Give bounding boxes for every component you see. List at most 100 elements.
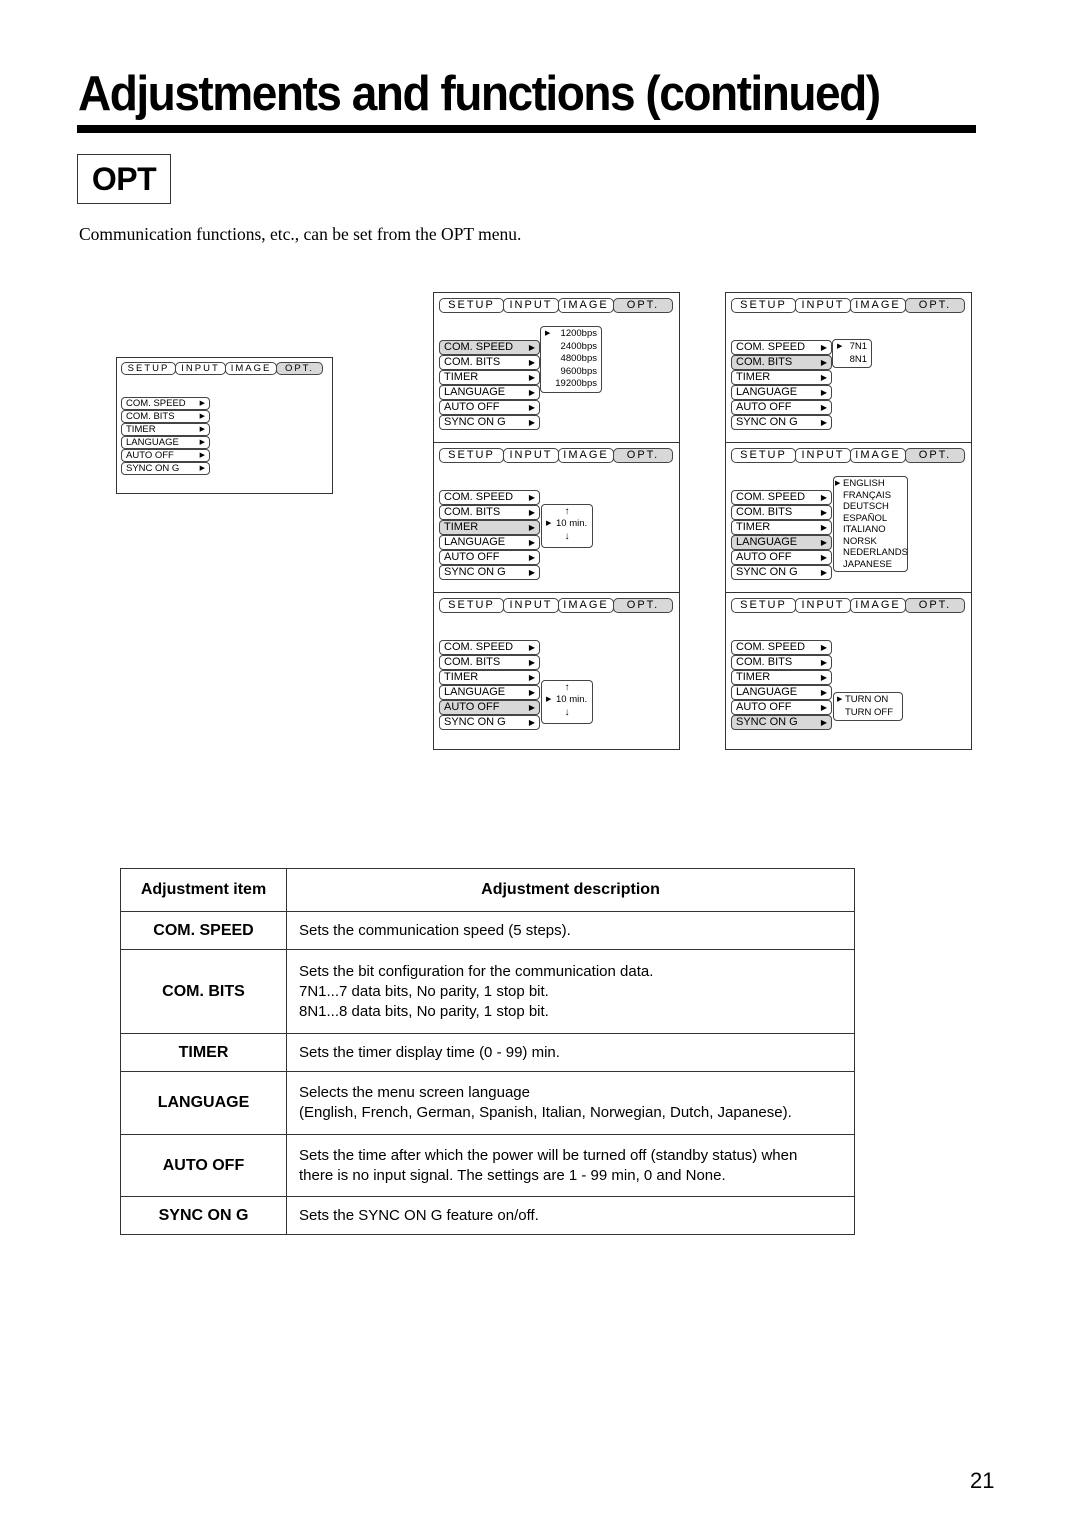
option-label: DEUTSCH (843, 501, 889, 512)
option-item[interactable]: ▶ TURN ON (837, 694, 898, 707)
up-arrow-icon[interactable]: ↑ (546, 682, 588, 694)
osd-item-label: TIMER (126, 424, 156, 435)
down-arrow-icon[interactable]: ↓ (546, 707, 588, 719)
osd-item-sync-on-g[interactable]: SYNC ON G ▶ (731, 415, 832, 430)
option-item[interactable]: ▶ 1200bps (545, 328, 597, 341)
osd-item-language[interactable]: LANGUAGE ▶ (439, 385, 540, 400)
option-item[interactable]: 8N1 (837, 354, 867, 367)
osd-tab-opt[interactable]: OPT. (613, 448, 673, 463)
option-item[interactable]: 19200bps (545, 378, 597, 391)
option-item[interactable]: JAPANESE (843, 559, 903, 571)
osd-tab-image[interactable]: IMAGE (558, 598, 614, 613)
osd-tab-setup[interactable]: SETUP (439, 448, 504, 463)
osd-tab-image[interactable]: IMAGE (850, 448, 906, 463)
osd-item-sync-on-g[interactable]: SYNC ON G ▶ (121, 462, 210, 475)
osd-tab-opt[interactable]: OPT. (613, 598, 673, 613)
osd-item-timer[interactable]: TIMER ▶ (731, 670, 832, 685)
osd-item-sync-on-g[interactable]: SYNC ON G ▶ (439, 715, 540, 730)
osd-item-timer[interactable]: TIMER ▶ (439, 370, 540, 385)
osd-item-com-speed[interactable]: COM. SPEED ▶ (439, 340, 540, 355)
osd-item-language[interactable]: LANGUAGE ▶ (439, 685, 540, 700)
osd-item-sync-on-g[interactable]: SYNC ON G ▶ (731, 715, 832, 730)
option-item[interactable]: FRANÇAIS (843, 490, 903, 502)
osd-tab-image[interactable]: IMAGE (558, 448, 614, 463)
osd-item-com-speed[interactable]: COM. SPEED ▶ (731, 490, 832, 505)
osd-item-auto-off[interactable]: AUTO OFF ▶ (439, 550, 540, 565)
osd-tab-opt[interactable]: OPT. (613, 298, 673, 313)
timer-value-box: ↑ ▶ 10 min. ↓ (541, 504, 593, 548)
osd-item-auto-off[interactable]: AUTO OFF ▶ (731, 700, 832, 715)
option-item[interactable]: 4800bps (545, 353, 597, 366)
osd-item-language[interactable]: LANGUAGE ▶ (731, 535, 832, 550)
osd-item-auto-off[interactable]: AUTO OFF ▶ (731, 550, 832, 565)
com-speed-options: ▶ 1200bps 2400bps 4800bps 9600bps 19200bps (540, 326, 602, 393)
osd-tab-input[interactable]: INPUT (175, 362, 226, 375)
osd-item-auto-off[interactable]: AUTO OFF ▶ (731, 400, 832, 415)
option-item[interactable]: NEDERLANDS (843, 547, 908, 559)
osd-item-timer[interactable]: TIMER ▶ (439, 670, 540, 685)
submenu-arrow-icon: ▶ (528, 343, 535, 352)
osd-item-auto-off[interactable]: AUTO OFF ▶ (439, 700, 540, 715)
osd-tab-input[interactable]: INPUT (795, 598, 851, 613)
osd-item-com-bits[interactable]: COM. BITS ▶ (731, 655, 832, 670)
down-arrow-icon[interactable]: ↓ (546, 531, 588, 543)
osd-tab-input[interactable]: INPUT (503, 448, 559, 463)
osd-tab-image[interactable]: IMAGE (558, 298, 614, 313)
osd-item-language[interactable]: LANGUAGE ▶ (439, 535, 540, 550)
osd-item-language[interactable]: LANGUAGE ▶ (731, 385, 832, 400)
osd-item-sync-on-g[interactable]: SYNC ON G ▶ (731, 565, 832, 580)
osd-tab-setup[interactable]: SETUP (121, 362, 176, 375)
osd-item-com-speed[interactable]: COM. SPEED ▶ (439, 490, 540, 505)
osd-item-timer[interactable]: TIMER ▶ (731, 370, 832, 385)
option-item[interactable]: 2400bps (545, 341, 597, 354)
description-line: Sets the communication speed (5 steps). (299, 921, 571, 939)
osd-item-com-bits[interactable]: COM. BITS ▶ (731, 505, 832, 520)
option-item[interactable]: ▶ ENGLISH (835, 478, 903, 490)
osd-item-com-bits[interactable]: COM. BITS ▶ (439, 505, 540, 520)
option-item[interactable]: ▶ 7N1 (837, 341, 867, 354)
osd-tab-bar: SETUP INPUT IMAGE OPT. (439, 298, 673, 313)
osd-tab-setup[interactable]: SETUP (731, 598, 796, 613)
osd-item-sync-on-g[interactable]: SYNC ON G ▶ (439, 565, 540, 580)
osd-item-com-bits[interactable]: COM. BITS ▶ (439, 355, 540, 370)
osd-item-language[interactable]: LANGUAGE ▶ (121, 436, 210, 449)
osd-item-com-bits[interactable]: COM. BITS ▶ (439, 655, 540, 670)
osd-item-auto-off[interactable]: AUTO OFF ▶ (439, 400, 540, 415)
option-item[interactable]: NORSK (843, 536, 903, 548)
option-item[interactable]: DEUTSCH (843, 501, 903, 513)
osd-item-timer[interactable]: TIMER ▶ (121, 423, 210, 436)
osd-tab-setup[interactable]: SETUP (731, 448, 796, 463)
osd-tab-setup[interactable]: SETUP (439, 298, 504, 313)
up-arrow-icon[interactable]: ↑ (546, 506, 588, 518)
option-label: JAPANESE (843, 558, 892, 570)
osd-item-com-speed[interactable]: COM. SPEED ▶ (731, 640, 832, 655)
osd-item-timer[interactable]: TIMER ▶ (439, 520, 540, 535)
osd-tab-input[interactable]: INPUT (795, 448, 851, 463)
option-item[interactable]: 9600bps (545, 366, 597, 379)
option-item[interactable]: ESPAÑOL (843, 513, 903, 525)
osd-tab-opt[interactable]: OPT. (905, 448, 965, 463)
osd-tab-opt[interactable]: OPT. (905, 298, 965, 313)
osd-tab-setup[interactable]: SETUP (439, 598, 504, 613)
osd-tab-image[interactable]: IMAGE (850, 598, 906, 613)
submenu-arrow-icon: ▶ (820, 523, 827, 532)
option-item[interactable]: ITALIANO (843, 524, 903, 536)
osd-tab-setup[interactable]: SETUP (731, 298, 796, 313)
osd-item-com-bits[interactable]: COM. BITS ▶ (731, 355, 832, 370)
osd-tab-input[interactable]: INPUT (503, 598, 559, 613)
osd-tab-image[interactable]: IMAGE (850, 298, 906, 313)
osd-tab-opt[interactable]: OPT. (905, 598, 965, 613)
osd-item-auto-off[interactable]: AUTO OFF ▶ (121, 449, 210, 462)
osd-item-sync-on-g[interactable]: SYNC ON G ▶ (439, 415, 540, 430)
osd-item-timer[interactable]: TIMER ▶ (731, 520, 832, 535)
osd-tab-input[interactable]: INPUT (795, 298, 851, 313)
osd-item-com-speed[interactable]: COM. SPEED ▶ (439, 640, 540, 655)
osd-item-com-speed[interactable]: COM. SPEED ▶ (731, 340, 832, 355)
osd-item-language[interactable]: LANGUAGE ▶ (731, 685, 832, 700)
osd-item-com-bits[interactable]: COM. BITS ▶ (121, 410, 210, 423)
osd-tab-opt[interactable]: OPT. (276, 362, 323, 375)
option-item[interactable]: TURN OFF (845, 707, 898, 720)
osd-tab-image[interactable]: IMAGE (225, 362, 277, 375)
osd-item-com-speed[interactable]: COM. SPEED ▶ (121, 397, 210, 410)
osd-tab-input[interactable]: INPUT (503, 298, 559, 313)
